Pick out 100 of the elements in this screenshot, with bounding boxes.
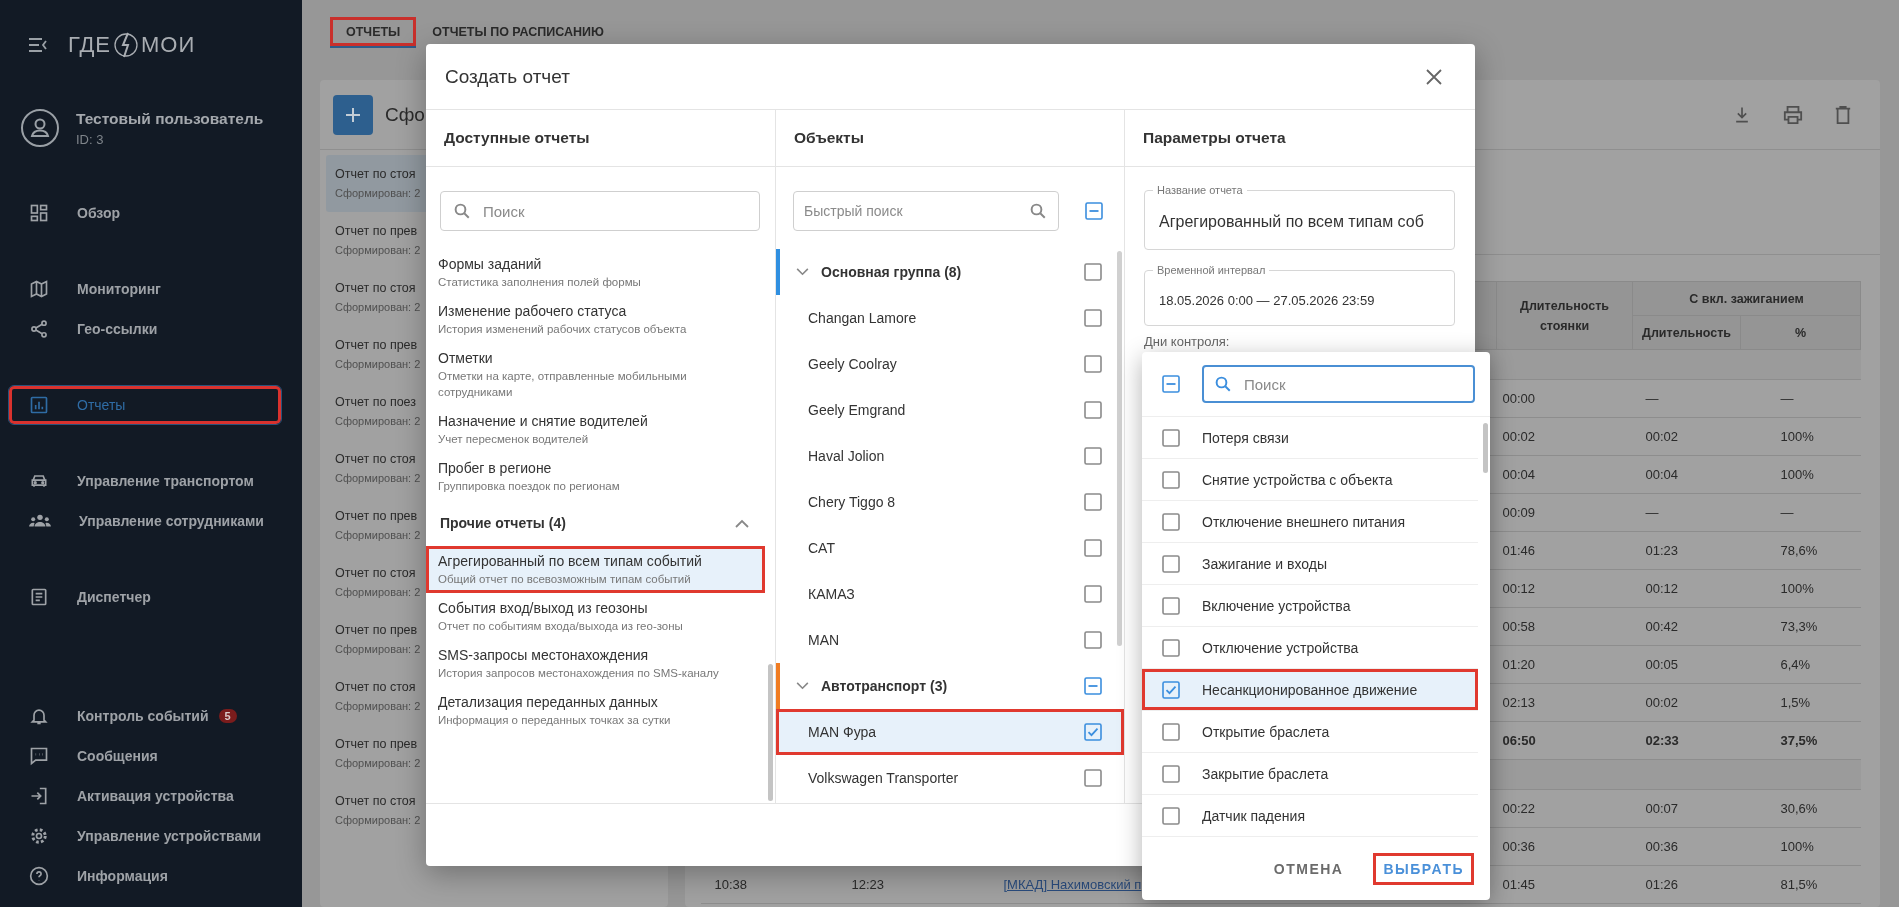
nav-item[interactable]: Обзор <box>8 193 282 233</box>
nav-item[interactable]: Сообщения <box>8 736 282 776</box>
checkbox[interactable] <box>1084 631 1102 649</box>
object-row[interactable]: MAN Фура <box>776 709 1124 755</box>
report-option[interactable]: Отметки Отметки на карте, отправленные мобильными сотрудниками <box>426 343 765 406</box>
object-name: Haval Jolion <box>808 448 886 464</box>
checkbox[interactable] <box>1084 401 1102 419</box>
dialog-title: Создать отчет <box>445 65 570 88</box>
report-name: Агрегированный по всем типам событий <box>438 552 703 571</box>
object-row[interactable]: КАМАЗ <box>776 571 1124 617</box>
tab[interactable]: ОТЧЕТЫ <box>330 17 417 48</box>
table-cell: 01:23 <box>1645 543 1679 558</box>
nav-item[interactable]: Мониторинг <box>8 269 282 309</box>
table-cell: 37,5% <box>1780 733 1818 748</box>
add-button[interactable] <box>333 94 373 135</box>
object-row[interactable]: CAT <box>776 525 1124 571</box>
column-header: Длительность <box>1632 315 1741 350</box>
report-title: Отчет по прев <box>335 508 418 525</box>
event-option[interactable]: Снятие устройства с объекта <box>1142 459 1478 501</box>
plus-icon <box>345 106 361 123</box>
report-option[interactable]: Пробег в регионе Группировка поездок по регионам <box>426 453 765 500</box>
scrollbar[interactable] <box>1117 251 1122 646</box>
event-option[interactable]: Несанкционированное движение <box>1142 669 1478 711</box>
report-option[interactable]: Детализация переданных данных Информация о переданных точках за сутки <box>426 687 765 734</box>
nav-item[interactable]: Гео-ссылки <box>8 309 282 349</box>
checkbox[interactable] <box>1084 677 1102 695</box>
checkbox[interactable] <box>1162 680 1180 699</box>
checkbox[interactable] <box>1085 202 1103 220</box>
event-name: Снятие устройства с объекта <box>1202 471 1393 488</box>
checkbox[interactable] <box>1162 470 1180 489</box>
search-field[interactable]: Поиск <box>1202 365 1475 403</box>
checkbox[interactable] <box>1084 263 1102 281</box>
checkbox[interactable] <box>1162 722 1180 741</box>
object-row[interactable]: Volkswagen Transporter <box>776 755 1124 801</box>
checkbox[interactable] <box>1084 539 1102 557</box>
checkbox[interactable] <box>1084 585 1102 603</box>
checkbox[interactable] <box>1162 638 1180 657</box>
table-cell: 00:36 <box>1502 839 1536 854</box>
checkbox[interactable] <box>1162 554 1180 573</box>
checkbox[interactable] <box>1084 769 1102 787</box>
checkbox[interactable] <box>1162 596 1180 615</box>
checkbox[interactable] <box>1084 493 1102 511</box>
checkbox[interactable] <box>1162 375 1180 393</box>
report-title: Отчет по стоя <box>335 166 416 183</box>
object-name: Geely Coolray <box>808 356 898 372</box>
object-row[interactable]: Geely Coolray <box>776 341 1124 387</box>
cancel-button[interactable]: ОТМЕНА <box>1263 852 1354 885</box>
search-field[interactable]: Поиск <box>440 191 760 231</box>
nav-item[interactable]: Управление сотрудниками <box>8 501 282 541</box>
scrollbar[interactable] <box>1483 423 1488 473</box>
nav-item[interactable]: Контроль событий 5 <box>8 696 282 736</box>
checkbox[interactable] <box>1162 764 1180 783</box>
event-option[interactable]: Включение устройства <box>1142 585 1478 627</box>
checkbox[interactable] <box>1084 355 1102 373</box>
object-row[interactable]: Haval Jolion <box>776 433 1124 479</box>
avatar-icon[interactable] <box>20 108 60 148</box>
table-cell: 00:04 <box>1645 467 1679 482</box>
close-icon[interactable] <box>1425 67 1443 86</box>
object-row[interactable]: MAN <box>776 617 1124 663</box>
report-option[interactable]: Изменение рабочего статуса История изменений рабочих статусов объекта <box>426 296 765 343</box>
report-option[interactable]: Назначение и снятие водителей Учет пересменок водителей <box>426 406 765 453</box>
report-option[interactable]: Агрегированный по всем типам событий Общий отчет по всевозможным типам событий <box>426 546 765 593</box>
checkbox[interactable] <box>1162 512 1180 531</box>
object-row[interactable]: Geely Emgrand <box>776 387 1124 433</box>
scrollbar[interactable] <box>768 664 773 801</box>
report-option[interactable]: SMS-запросы местонахождения История запросов местонахождения по SMS-каналу <box>426 640 765 687</box>
report-option[interactable]: Формы заданий Статистика заполнения полей формы <box>426 249 765 296</box>
event-option[interactable]: Отключение внешнего питания <box>1142 501 1478 543</box>
checkbox[interactable] <box>1084 723 1102 741</box>
checkbox[interactable] <box>1162 428 1180 447</box>
nav-item[interactable]: Управление транспортом <box>8 461 282 501</box>
column-header: Длительность стоянки <box>1496 281 1633 350</box>
group-row[interactable]: Автотранспорт (3) <box>776 663 1124 709</box>
event-option[interactable]: Датчик падения <box>1142 795 1478 837</box>
checkbox[interactable] <box>1084 447 1102 465</box>
event-option[interactable]: Открытие браслета <box>1142 711 1478 753</box>
checkbox[interactable] <box>1084 309 1102 327</box>
delete-icon[interactable] <box>1834 104 1852 125</box>
group-name: Автотранспорт (3) <box>821 678 949 694</box>
nav-item[interactable]: Информация <box>8 856 282 896</box>
nav-item[interactable]: Управление устройствами <box>8 816 282 856</box>
search-field[interactable]: Быстрый поиск <box>793 191 1059 231</box>
object-row[interactable]: Changan Lamore <box>776 295 1124 341</box>
checkbox[interactable] <box>1162 806 1180 825</box>
nav-item[interactable]: Активация устройства <box>8 776 282 816</box>
search-icon <box>1214 375 1232 393</box>
event-option[interactable]: Зажигание и входы <box>1142 543 1478 585</box>
report-option[interactable]: События вход/выход из геозоны Отчет по событиям входа/выхода из гео-зоны <box>426 593 765 640</box>
event-option[interactable]: Закрытие браслета <box>1142 753 1478 795</box>
table-cell: — <box>1645 505 1659 520</box>
share-icon <box>29 319 49 339</box>
nav-item[interactable]: Диспетчер <box>8 577 282 617</box>
object-row[interactable]: Chery Tiggo 8 <box>776 479 1124 525</box>
group-row[interactable]: Основная группа (8) <box>776 249 1124 295</box>
print-icon[interactable] <box>1782 104 1804 125</box>
table-cell: — <box>1780 391 1794 406</box>
report-group-header[interactable]: Прочие отчеты (4) <box>426 500 775 546</box>
menu-icon[interactable] <box>28 38 48 52</box>
event-option[interactable]: Потеря связи <box>1142 417 1478 459</box>
tab[interactable]: ОТЧЕТЫ ПО РАСПИСАНИЮ <box>416 17 620 48</box>
